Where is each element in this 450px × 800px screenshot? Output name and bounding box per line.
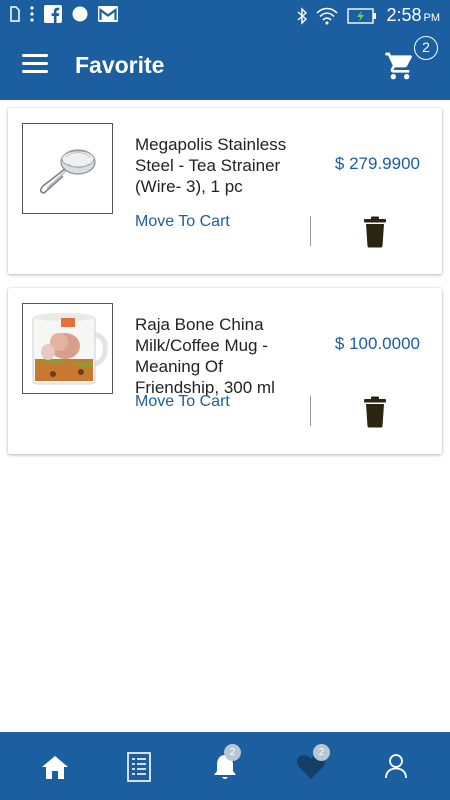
hamburger-line bbox=[22, 70, 48, 73]
move-to-cart-button[interactable]: Move To Cart bbox=[135, 213, 230, 231]
page-title: Favorite bbox=[75, 52, 165, 78]
circle-icon bbox=[72, 6, 88, 22]
favorite-count-badge: 2 bbox=[313, 744, 330, 761]
move-to-cart-button[interactable]: Move To Cart bbox=[135, 393, 230, 411]
wifi-icon bbox=[316, 7, 338, 24]
delete-button[interactable] bbox=[360, 216, 390, 248]
home-icon bbox=[42, 756, 68, 779]
favorite-item: Megapolis Stainless Steel - Tea Strainer… bbox=[8, 108, 442, 274]
favorites-list: Megapolis Stainless Steel - Tea Strainer… bbox=[0, 100, 450, 732]
bluetooth-icon bbox=[297, 6, 308, 25]
tea-strainer-image[interactable] bbox=[22, 123, 113, 214]
status-bar: 2:58 PM bbox=[0, 0, 450, 30]
nav-profile[interactable] bbox=[379, 750, 413, 784]
delete-button[interactable] bbox=[360, 396, 390, 428]
notification-count-badge: 2 bbox=[224, 744, 241, 761]
shopping-cart-icon bbox=[385, 52, 413, 80]
bottom-navigation: 2 2 bbox=[0, 732, 450, 800]
facebook-icon bbox=[44, 5, 62, 23]
divider bbox=[310, 216, 311, 246]
menu-button[interactable] bbox=[22, 54, 48, 74]
nav-home[interactable] bbox=[38, 750, 72, 784]
app-bar: Favorite 2 bbox=[0, 30, 450, 100]
hamburger-line bbox=[22, 62, 48, 65]
product-name[interactable]: Raja Bone China Milk/Coffee Mug - Meanin… bbox=[135, 314, 310, 398]
coffee-mug-image[interactable] bbox=[22, 303, 113, 394]
nav-orders[interactable] bbox=[122, 750, 156, 784]
trash-icon bbox=[364, 396, 386, 428]
profile-icon bbox=[385, 754, 407, 779]
more-vert-icon bbox=[30, 6, 34, 22]
product-price: $ 279.9900 bbox=[334, 154, 420, 173]
battery-charging-icon bbox=[347, 7, 377, 24]
status-time: 2:58 PM bbox=[386, 5, 440, 25]
favorite-item: Raja Bone China Milk/Coffee Mug - Meanin… bbox=[8, 288, 442, 454]
orders-list-icon bbox=[127, 752, 151, 782]
product-price: $ 100.0000 bbox=[334, 334, 420, 353]
cart-count-badge: 2 bbox=[414, 36, 438, 60]
hamburger-line bbox=[22, 54, 48, 57]
divider bbox=[310, 396, 311, 426]
trash-icon bbox=[364, 216, 386, 248]
gmail-icon bbox=[98, 6, 118, 22]
sim-icon bbox=[10, 6, 20, 22]
product-name[interactable]: Megapolis Stainless Steel - Tea Strainer… bbox=[135, 134, 310, 197]
